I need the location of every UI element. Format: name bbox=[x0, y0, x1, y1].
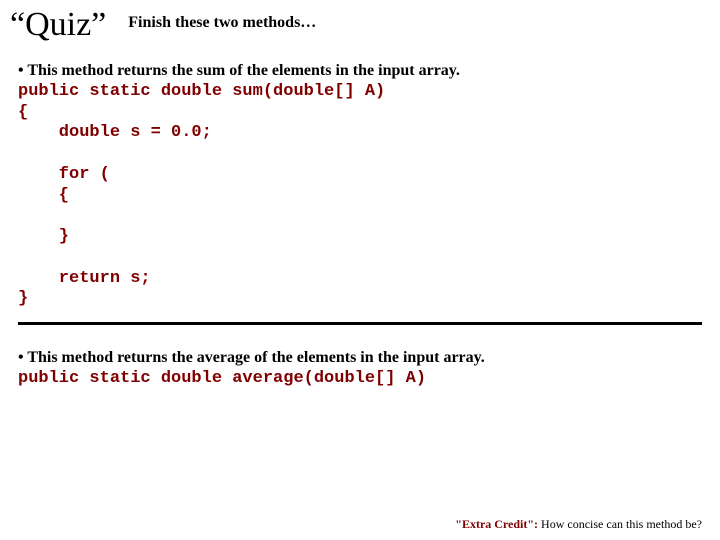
subtitle: Finish these two methods… bbox=[128, 14, 316, 36]
bullet-average: • This method returns the average of the… bbox=[18, 349, 702, 367]
code-sum: public static double sum(double[] A) { d… bbox=[18, 82, 702, 310]
header-row: “Quiz” Finish these two methods… bbox=[0, 6, 720, 46]
bullet-sum: • This method returns the sum of the ele… bbox=[18, 62, 702, 80]
section-average: • This method returns the average of the… bbox=[0, 333, 720, 390]
extra-credit-text: How concise can this method be? bbox=[538, 517, 702, 531]
code-average: public static double average(double[] A) bbox=[18, 369, 702, 390]
page-title: “Quiz” bbox=[10, 6, 106, 44]
divider bbox=[18, 322, 702, 325]
slide: “Quiz” Finish these two methods… • This … bbox=[0, 0, 720, 540]
footer: "Extra Credit": How concise can this met… bbox=[455, 517, 702, 532]
section-sum: • This method returns the sum of the ele… bbox=[0, 46, 720, 310]
extra-credit-label: "Extra Credit": bbox=[455, 517, 538, 531]
